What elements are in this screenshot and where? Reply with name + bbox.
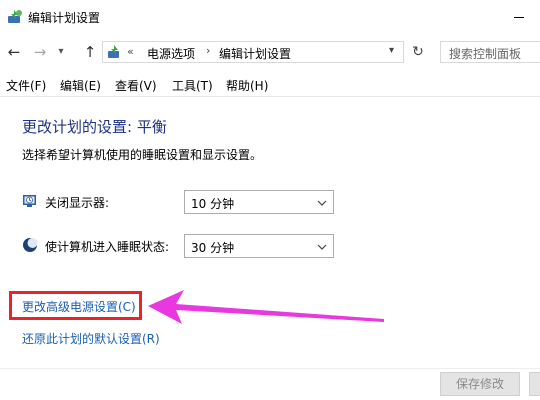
up-button[interactable]: ↑ [80,42,100,62]
menu-file[interactable]: 文件(F) [6,77,46,94]
search-input[interactable]: 搜索控制面板 [440,41,540,63]
save-changes-button[interactable]: 保存修改 [440,372,520,396]
breadcrumb-edit-plan[interactable]: 编辑计划设置 [219,45,291,62]
sleep-value: 30 分钟 [191,241,235,255]
menu-view[interactable]: 查看(V) [115,77,157,94]
minimize-button[interactable] [506,6,534,28]
menu-divider [0,96,540,97]
refresh-button[interactable]: ↻ [408,42,428,62]
control-panel-icon [108,45,119,58]
cancel-button[interactable] [529,372,540,396]
address-dropdown-button[interactable]: ▾ [389,45,394,56]
page-description: 选择希望计算机使用的睡眠设置和显示设置。 [22,148,263,162]
annotation-arrow [148,290,384,324]
address-row: ← → ▾ ↑ « 电源选项 › 编辑计划设置 ▾ ↻ 搜索控制面板 [0,38,540,68]
menu-help[interactable]: 帮助(H) [226,77,268,94]
breadcrumb-separator[interactable]: › [206,44,210,57]
power-options-icon [8,10,22,23]
restore-defaults-link[interactable]: 还原此计划的默认设置(R) [22,330,160,347]
overflow-chevron[interactable]: « [127,45,134,58]
monitor-timer-icon [23,195,36,207]
recent-locations-button[interactable]: ▾ [54,42,68,62]
highlight-box [9,291,142,320]
window-title: 编辑计划设置 [28,11,101,25]
chevron-down-icon [317,244,327,250]
back-button[interactable]: ← [4,42,24,62]
address-bar[interactable]: « 电源选项 › 编辑计划设置 ▾ [102,41,404,63]
title-bar: 编辑计划设置 [0,0,540,34]
menu-edit[interactable]: 编辑(E) [60,77,101,94]
display-off-value: 10 分钟 [191,197,235,211]
display-off-label: 关闭显示器: [45,196,110,210]
bottom-divider [0,368,540,369]
breadcrumb-power-options[interactable]: 电源选项 [147,45,195,62]
menu-bar: 文件(F) 编辑(E) 查看(V) 工具(T) 帮助(H) [0,74,540,94]
chevron-down-icon [317,200,327,206]
menu-tools[interactable]: 工具(T) [172,77,213,94]
sleep-dropdown[interactable]: 30 分钟 [184,234,334,258]
sleep-label: 使计算机进入睡眠状态: [45,240,170,254]
page-title: 更改计划的设置: 平衡 [22,118,167,136]
sleep-moon-icon [23,238,38,252]
forward-button[interactable]: → [30,42,50,62]
display-off-dropdown[interactable]: 10 分钟 [184,190,334,214]
